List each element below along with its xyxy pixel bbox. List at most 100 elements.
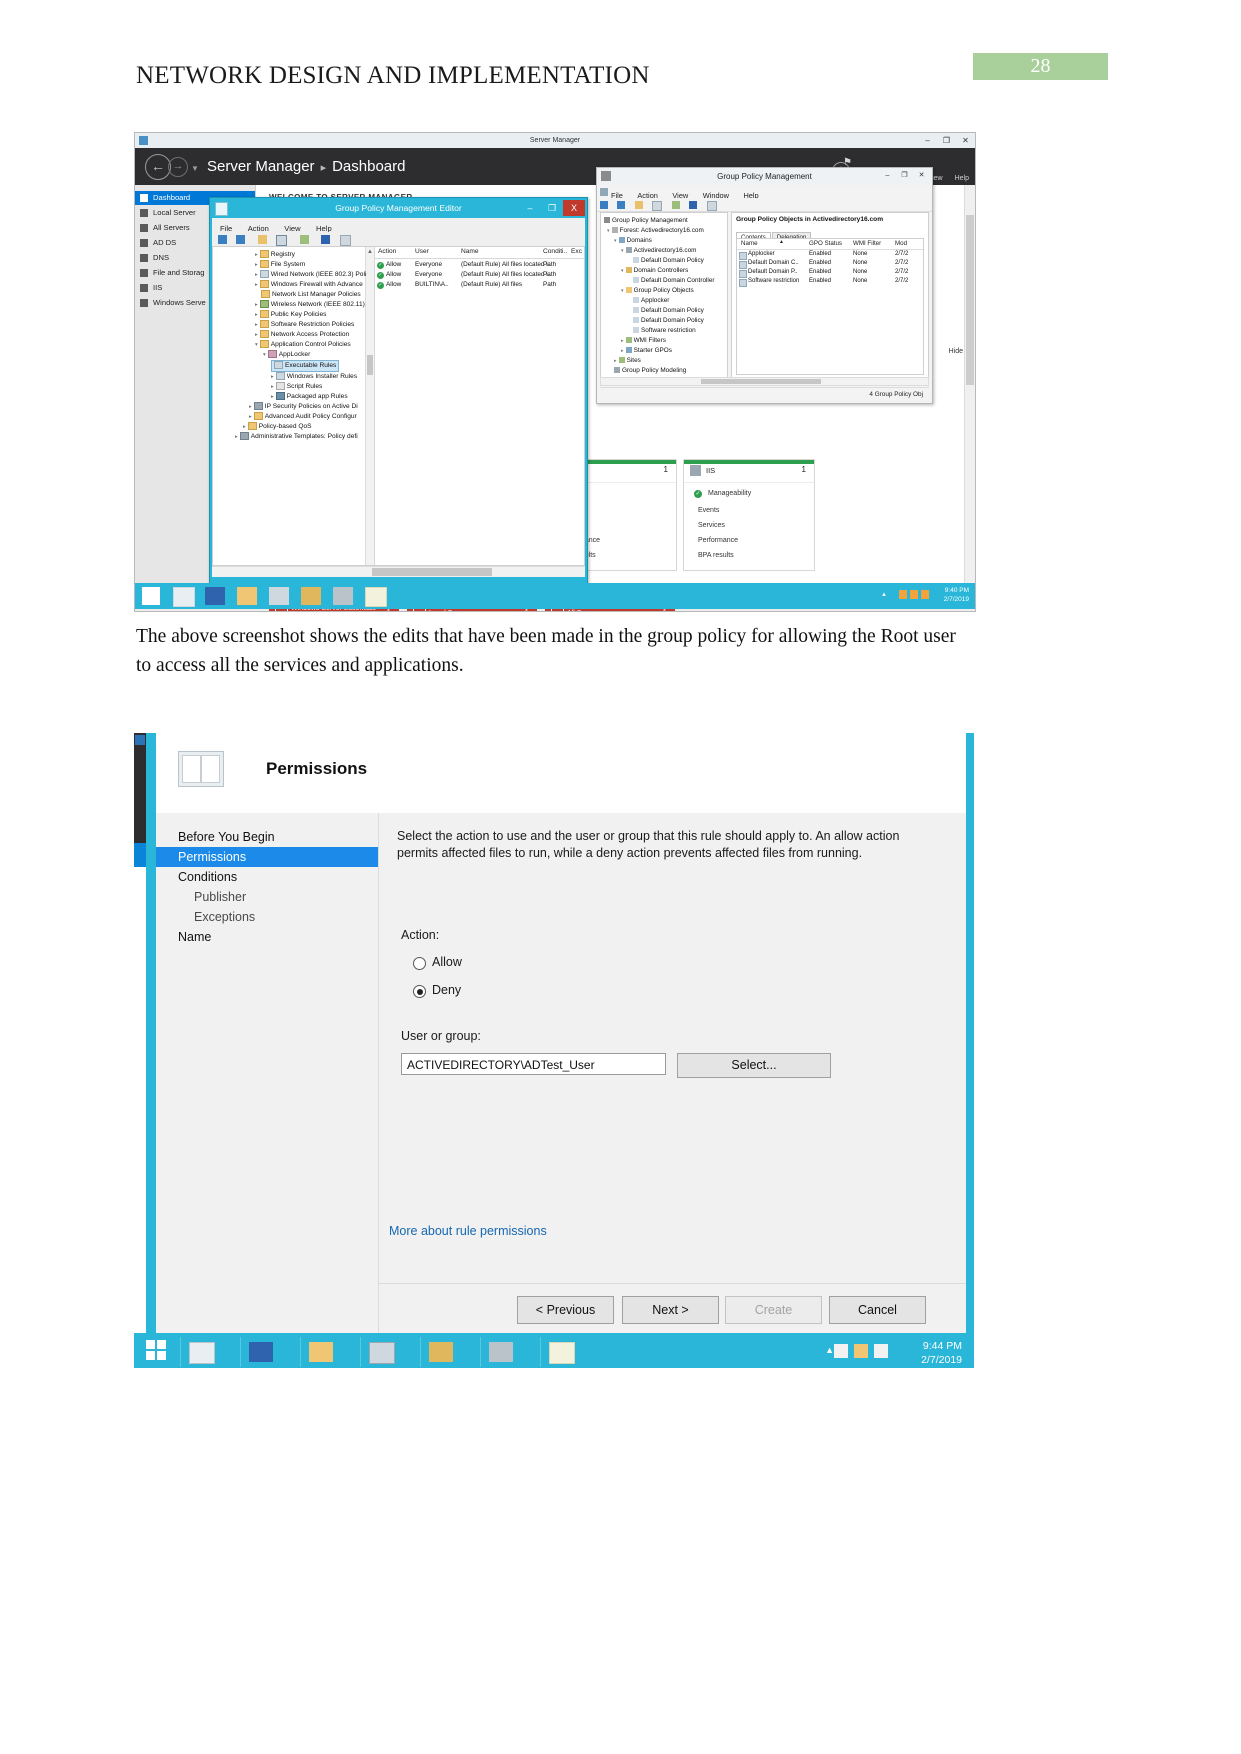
expander-icon[interactable]: ▸	[249, 414, 252, 420]
taskbar-icon-powershell[interactable]	[205, 587, 225, 605]
chevron-down-icon[interactable]: ▼	[191, 164, 199, 173]
taskbar-icon-notepad[interactable]	[540, 1337, 584, 1367]
gpm-tree-item[interactable]: Group Policy Management	[604, 216, 688, 225]
help-icon[interactable]	[321, 235, 331, 244]
gpme-tree[interactable]: ▲ ▸ Registry ▸ File System ▸ Wired Network …	[213, 247, 375, 565]
tree-item-policy-based-qos[interactable]: ▸ Policy-based QoS	[243, 422, 312, 432]
refresh-icon[interactable]	[671, 201, 680, 209]
tray-icon-1[interactable]	[899, 590, 907, 599]
expander-icon[interactable]: ▸	[255, 312, 258, 318]
tray-icon-action-center[interactable]	[854, 1344, 868, 1358]
column-gpo-status[interactable]: GPO Status	[809, 240, 842, 247]
gpm-table[interactable]: Name ▲ GPO Status WMI Filter Mod Applock…	[736, 238, 924, 375]
wizard-step-permissions[interactable]: Permissions	[156, 847, 378, 867]
expander-icon[interactable]: ▾	[621, 248, 624, 254]
taskbar-icon-folder[interactable]	[420, 1337, 464, 1367]
server-manager-window-buttons[interactable]: – ❐ ✕	[921, 134, 972, 147]
gpme-tree-scrollbar[interactable]: ▲	[365, 247, 374, 565]
back-arrow-icon[interactable]	[218, 235, 227, 244]
system-tray[interactable]	[834, 1344, 888, 1358]
scroll-up-icon[interactable]: ▲	[367, 249, 373, 255]
rules-list-row[interactable]: ✓ Allow BUILTIN\A.. (Default Rule) All f…	[375, 281, 584, 291]
wizard-step-exceptions[interactable]: Exceptions	[156, 907, 378, 927]
radio-deny[interactable]: Deny	[413, 983, 461, 998]
export-icon[interactable]	[299, 235, 309, 244]
tree-item-advanced-audit-policy[interactable]: ▸ Advanced Audit Policy Configur	[249, 412, 357, 422]
scrollbar-thumb[interactable]	[966, 215, 974, 385]
taskbar-icon-notepad[interactable]	[365, 587, 387, 607]
scrollbar-thumb[interactable]	[372, 568, 492, 576]
next-button[interactable]: Next >	[622, 1296, 719, 1324]
up-folder-icon[interactable]	[257, 235, 267, 244]
gpm-tree-item[interactable]: ▾ Domain Controllers	[621, 266, 688, 276]
table-row[interactable]: Default Domain C.. Enabled None 2/7/2	[737, 260, 923, 269]
column-user[interactable]: User	[415, 248, 429, 255]
gpme-horizontal-scrollbar[interactable]	[212, 566, 585, 577]
forward-arrow-icon[interactable]	[236, 235, 246, 244]
group-policy-management-editor-window[interactable]: Group Policy Management Editor – ❐ X Fil…	[209, 197, 588, 586]
gpm-tree-item[interactable]: Default Domain Controller	[633, 276, 715, 285]
tree-item-application-control-policies[interactable]: ▾ Application Control Policies	[255, 340, 351, 350]
user-or-group-input[interactable]: ACTIVEDIRECTORY\ADTest_User	[401, 1053, 666, 1075]
taskbar-icon-server-manager[interactable]	[173, 587, 195, 607]
expander-icon[interactable]: ▾	[621, 268, 624, 274]
gpm-tree[interactable]: Group Policy Management ▾ Forest: Actived…	[600, 212, 728, 380]
gpm-tree-item[interactable]: Default Domain Policy	[633, 256, 704, 265]
wizard-step-before-you-begin[interactable]: Before You Begin	[156, 827, 378, 847]
tree-item-script-rules[interactable]: ▸ Script Rules	[271, 382, 322, 392]
wizard-step-publisher[interactable]: Publisher	[156, 887, 378, 907]
expander-icon[interactable]: ▸	[255, 252, 258, 258]
expander-icon[interactable]: ▸	[255, 332, 258, 338]
rules-list-row[interactable]: ✓ Allow Everyone (Default Rule) All file…	[375, 261, 584, 271]
expander-icon[interactable]: ▸	[621, 348, 624, 354]
gpm-tree-item[interactable]: ▾ Group Policy Objects	[621, 286, 694, 296]
taskbar-icon-gpme[interactable]	[269, 587, 289, 605]
expander-icon[interactable]: ▸	[255, 302, 258, 308]
help-icon[interactable]	[689, 201, 698, 209]
tree-item-public-key-policies[interactable]: ▸ Public Key Policies	[255, 310, 326, 320]
taskbar-clock[interactable]: 9:40 PM 2/7/2019	[944, 586, 969, 604]
tree-item-network-list-manager[interactable]: Network List Manager Policies	[261, 290, 361, 300]
tree-item-wireless-network[interactable]: ▸ Wireless Network (IEEE 802.11)	[255, 300, 365, 310]
radio-allow-dot[interactable]	[413, 957, 426, 970]
table-row[interactable]: Applocker Enabled None 2/7/2	[737, 251, 923, 260]
tree-item-software-restriction-policies[interactable]: ▸ Software Restriction Policies	[255, 320, 354, 330]
expander-icon[interactable]: ▾	[614, 238, 617, 244]
expander-icon[interactable]: ▸	[255, 322, 258, 328]
taskbar-icon-folder[interactable]	[301, 587, 321, 605]
gpm-tree-item[interactable]: ▸ WMI Filters	[621, 336, 666, 346]
gpm-horizontal-scrollbar[interactable]	[600, 377, 929, 386]
gpm-tree-item[interactable]: ▾ Forest: Activedirectory16.com	[607, 226, 704, 236]
table-row[interactable]: Software restriction Enabled None 2/7/2	[737, 278, 923, 287]
tray-icon-volume[interactable]	[874, 1344, 888, 1358]
properties-icon[interactable]	[706, 201, 717, 211]
minimize-icon[interactable]: –	[879, 169, 896, 183]
forward-arrow-icon[interactable]	[617, 201, 626, 209]
taskbar-icon-server-manager[interactable]	[180, 1337, 224, 1367]
cancel-button[interactable]: Cancel	[829, 1296, 926, 1324]
close-icon[interactable]: ✕	[959, 134, 972, 147]
gpm-tree-item[interactable]: ▾ Activedirectory16.com	[621, 246, 696, 256]
gpm-tree-item[interactable]: Default Domain Policy	[633, 306, 704, 315]
gpm-tree-item[interactable]: ▾ Domains	[614, 236, 652, 246]
maximize-icon[interactable]: ❐	[896, 169, 913, 183]
tree-item-packaged-app-rules[interactable]: ▸ Packaged app Rules	[271, 392, 348, 402]
gpm-tree-item[interactable]: Group Policy Modeling	[614, 366, 686, 375]
table-row[interactable]: Default Domain P.. Enabled None 2/7/2	[737, 269, 923, 278]
taskbar-icon-tool[interactable]	[333, 587, 353, 605]
properties-icon[interactable]	[339, 235, 351, 246]
taskbar-icon-powershell[interactable]	[240, 1337, 284, 1367]
wizard-step-conditions[interactable]: Conditions	[156, 867, 378, 887]
show-tree-icon[interactable]	[652, 201, 663, 211]
hide-link[interactable]: Hide	[949, 348, 963, 355]
tray-icon-3[interactable]	[921, 590, 929, 599]
tree-item-wired-network[interactable]: ▸ Wired Network (IEEE 802.3) Poli	[255, 270, 366, 280]
expander-icon[interactable]: ▸	[255, 262, 258, 268]
expander-icon[interactable]: ▾	[621, 288, 624, 294]
show-tree-icon[interactable]	[276, 235, 288, 246]
expander-icon[interactable]: ▾	[607, 228, 610, 234]
minimize-icon[interactable]: –	[921, 134, 934, 147]
expander-icon[interactable]: ▸	[249, 404, 252, 410]
select-button[interactable]: Select...	[677, 1053, 831, 1078]
expander-icon[interactable]: ▸	[255, 272, 258, 278]
